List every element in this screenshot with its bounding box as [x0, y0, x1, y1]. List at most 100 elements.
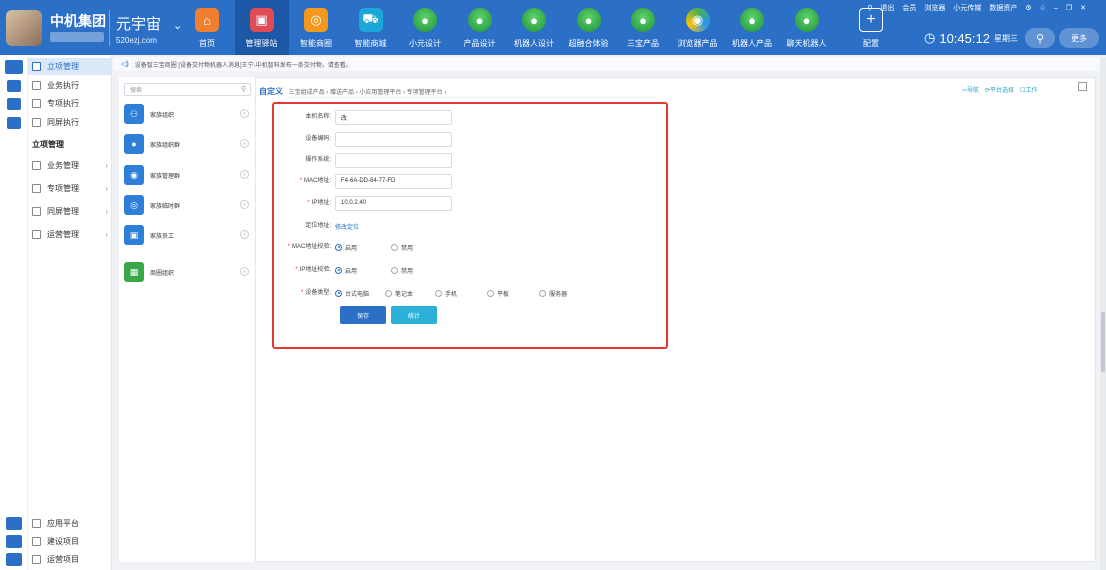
- field-input[interactable]: 改: [335, 109, 452, 125]
- form-row-0: 本机名称: 改: [280, 109, 452, 125]
- sidebar-group-special[interactable]: 专项管理 ›: [32, 180, 108, 197]
- top-link-logout[interactable]: 退出: [880, 3, 894, 13]
- top-links: ⚲ 退出 会员 浏览器 小元传媒 数据资产 ⚙ ♧ – ❐ ✕: [867, 3, 1086, 13]
- avatar[interactable]: [6, 10, 42, 46]
- nav-button[interactable]: ⇦导航: [962, 85, 979, 94]
- cube-icon[interactable]: [6, 517, 22, 530]
- chevron-right-icon[interactable]: ›: [240, 109, 249, 118]
- page-scrollbar[interactable]: [1100, 57, 1106, 570]
- top-link-browser[interactable]: 浏览器: [924, 3, 945, 13]
- metaverse-switcher[interactable]: 元宇宙 ⌄: [116, 13, 182, 34]
- sidebar-item-construction[interactable]: 建设项目: [32, 533, 79, 550]
- sidebar-item-special-exec[interactable]: 专项执行: [32, 95, 79, 112]
- org-panel: 搜索 ⚲ ⚇ 家族组织 › ● 家族组织群 › ◉ 家族管理群 › ◎ 家族临时群 › ▣ 家族员工 › ▦ 商…: [119, 77, 256, 562]
- chevron-right-icon[interactable]: ›: [240, 139, 249, 148]
- nav-item-0[interactable]: ⌂ 首页: [180, 0, 234, 55]
- breadcrumb-path[interactable]: 三宝组成产品 › 赠送产品 › 小应用管理平台 › 专项管理平台 ›: [289, 90, 447, 96]
- org-item-label: 家族组织群: [150, 142, 181, 149]
- breadcrumb-custom[interactable]: 自定义: [259, 87, 283, 96]
- skin-icon[interactable]: ♧: [1040, 4, 1046, 12]
- robot-icon: ●: [794, 8, 819, 32]
- org-item[interactable]: ◎ 家族临时群 ›: [124, 193, 251, 217]
- chevron-right-icon[interactable]: ›: [240, 200, 249, 209]
- field-input[interactable]: [335, 131, 452, 147]
- mac-check-enable-radio[interactable]: 启用: [335, 243, 357, 252]
- settings-icon[interactable]: ⚙: [1025, 4, 1031, 12]
- more-button[interactable]: 更多: [1059, 28, 1099, 48]
- nav-item-7[interactable]: ● 超融合体验: [562, 0, 616, 55]
- sidebar-item-sync-exec[interactable]: 同屏执行: [32, 114, 79, 131]
- nav-item-5[interactable]: ● 产品设计: [453, 0, 507, 55]
- work-button[interactable]: ☐工作: [1020, 85, 1037, 94]
- stats-button[interactable]: 统计: [391, 306, 437, 324]
- sidebar-group-sync[interactable]: 同屏管理 ›: [32, 203, 108, 220]
- edit-location-link[interactable]: 修改定位: [335, 222, 359, 231]
- notice-bar[interactable]: ◁) 设备智三宝商圈 [设备交付物机器人消息]王宁-中机智科发布一条交付物，请查…: [113, 57, 1106, 71]
- nav-item-6[interactable]: ● 机器人设计: [507, 0, 561, 55]
- nav-item-4[interactable]: ● 小元设计: [398, 0, 452, 55]
- document-icon[interactable]: [7, 80, 21, 92]
- ip-check-enable-radio[interactable]: 启用: [335, 266, 357, 275]
- form-row-4: * IP地址: 10.0.2.40: [280, 195, 452, 211]
- briefcase-icon[interactable]: [5, 60, 23, 74]
- sidebar-item-operation-project[interactable]: 运营项目: [32, 551, 79, 568]
- field-input[interactable]: 10.0.2.40: [335, 195, 452, 211]
- panel-restore-icon[interactable]: [1078, 82, 1087, 91]
- mac-check-disable-radio[interactable]: 禁用: [391, 243, 413, 252]
- save-button[interactable]: 保存: [340, 306, 386, 324]
- nav-item-2[interactable]: ◎ 智能商圈: [289, 0, 343, 55]
- nav-item-10[interactable]: ● 机器人产品: [725, 0, 779, 55]
- ip-check-disable-radio[interactable]: 禁用: [391, 266, 413, 275]
- sidebar-item-app-platform[interactable]: 应用平台: [32, 515, 79, 532]
- gear-icon[interactable]: [6, 553, 22, 566]
- device-type-tablet-radio[interactable]: 平板: [487, 289, 509, 298]
- nav-item-1[interactable]: ▣ 管理驿站: [234, 0, 289, 55]
- sidebar-item-label: 应用平台: [47, 519, 79, 528]
- org-item[interactable]: ● 家族组织群 ›: [124, 132, 251, 156]
- sidebar-item-project-mgmt[interactable]: 立项管理: [28, 58, 111, 75]
- chevron-right-icon: ›: [105, 161, 108, 170]
- field-label: * MAC地址:: [299, 177, 331, 184]
- org-item[interactable]: ▦ 商圈组织 ›: [124, 260, 251, 284]
- sidebar-item-business-exec[interactable]: 业务执行: [32, 77, 79, 94]
- nav-item-11[interactable]: ● 聊天机器人: [780, 0, 834, 55]
- checkbox-icon: [32, 62, 41, 71]
- top-link-member[interactable]: 会员: [902, 3, 916, 13]
- sidebar-group-operations[interactable]: 运营管理 ›: [32, 226, 108, 243]
- scrollbar-thumb[interactable]: [1101, 312, 1105, 372]
- nav-item-9[interactable]: ◉ 浏览器产品: [671, 0, 725, 55]
- checkbox-icon: [32, 537, 41, 546]
- building-icon[interactable]: [6, 535, 22, 548]
- top-link-media[interactable]: 小元传媒: [953, 3, 981, 13]
- top-link-data-assets[interactable]: 数据资产: [989, 3, 1017, 13]
- device-type-desktop-radio[interactable]: 台式电脑: [335, 289, 369, 298]
- clock-icon: ◷: [924, 30, 936, 45]
- chevron-right-icon[interactable]: ›: [240, 170, 249, 179]
- device-type-phone-radio[interactable]: 手机: [435, 289, 457, 298]
- chevron-right-icon[interactable]: ›: [240, 267, 249, 276]
- restore-icon[interactable]: ❐: [1066, 4, 1072, 12]
- org-item[interactable]: ⚇ 家族组织 ›: [124, 102, 251, 126]
- device-type-server-radio[interactable]: 服务器: [539, 289, 567, 298]
- minimize-icon[interactable]: –: [1054, 5, 1058, 12]
- monitor-icon[interactable]: [7, 98, 21, 110]
- field-input[interactable]: [335, 152, 452, 168]
- org-search-input[interactable]: 搜索 ⚲: [124, 83, 251, 96]
- close-icon[interactable]: ✕: [1080, 4, 1086, 12]
- nav-item-8[interactable]: ● 三宝产品: [616, 0, 670, 55]
- platform-select-button[interactable]: ⟳平台选择: [985, 85, 1014, 94]
- user-icon: ●: [124, 134, 144, 154]
- device-type-laptop-radio[interactable]: 笔记本: [385, 289, 413, 298]
- sidebar-group-business[interactable]: 业务管理 ›: [32, 157, 108, 174]
- org-item[interactable]: ◉ 家族管理群 ›: [124, 163, 251, 187]
- screen-share-icon[interactable]: [7, 117, 21, 129]
- domain-label: 520ezj.com: [116, 36, 157, 45]
- clock-weekday: 星期三: [993, 33, 1018, 43]
- field-input[interactable]: F4-6A-DD-84-77-FD: [335, 173, 452, 189]
- org-item[interactable]: ▣ 家族员工 ›: [124, 223, 251, 247]
- nav-item-3[interactable]: ⛟ 智能商城: [344, 0, 398, 55]
- chevron-right-icon[interactable]: ›: [240, 230, 249, 239]
- mac-check-row: * MAC地址校验: 启用 禁用: [280, 239, 429, 255]
- sidebar-icon-rail: [0, 55, 28, 570]
- header-search-button[interactable]: ⚲: [1025, 28, 1055, 48]
